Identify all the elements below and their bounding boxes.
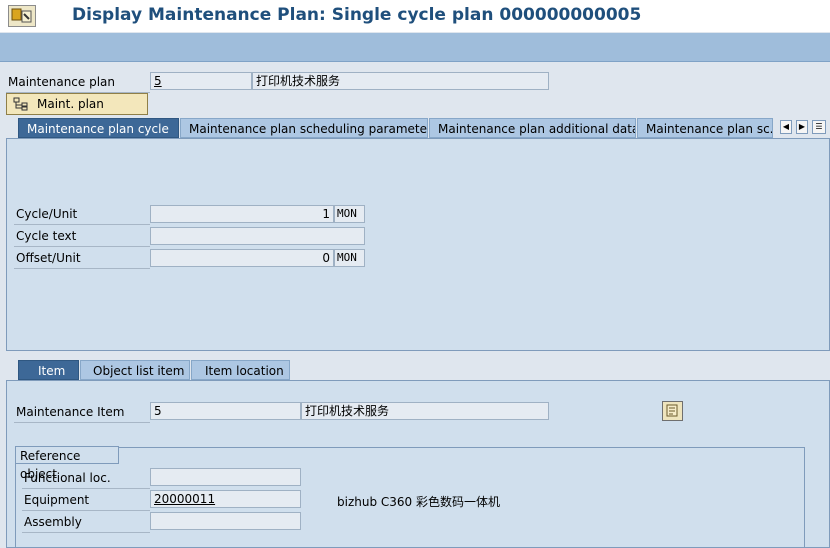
maintenance-item-text-field[interactable]: 打印机技术服务 bbox=[301, 402, 549, 420]
tab-additional-data[interactable]: Maintenance plan additional data bbox=[429, 118, 636, 138]
functional-location-label: Functional loc. bbox=[24, 471, 111, 485]
equipment-description: bizhub C360 彩色数码一体机 bbox=[337, 495, 500, 509]
reference-object-title: Reference object bbox=[15, 446, 119, 481]
maintenance-item-number-field[interactable]: 5 bbox=[150, 402, 301, 420]
label-underline bbox=[22, 510, 150, 511]
label-underline bbox=[14, 268, 150, 269]
cycle-panel bbox=[6, 138, 830, 351]
label-underline bbox=[14, 422, 150, 423]
assembly-label: Assembly bbox=[24, 515, 82, 529]
tab-scheduling-parameters[interactable]: Maintenance plan scheduling parameters bbox=[180, 118, 428, 138]
maintenance-item-label: Maintenance Item bbox=[16, 405, 125, 419]
maintenance-plan-label: Maintenance plan bbox=[8, 75, 116, 89]
tab-maintenance-plan-cycle[interactable]: Maintenance plan cycle bbox=[18, 118, 179, 138]
cycle-text-label: Cycle text bbox=[16, 229, 77, 243]
assembly-field[interactable] bbox=[150, 512, 301, 530]
equipment-label: Equipment bbox=[24, 493, 90, 507]
long-text-icon[interactable] bbox=[662, 401, 683, 421]
tab-object-list-item[interactable]: Object list item bbox=[80, 360, 190, 380]
maint-plan-header-button[interactable]: Maint. plan header bbox=[6, 93, 148, 131]
header-icon bbox=[13, 97, 29, 117]
maintenance-plan-number-field[interactable]: 5 bbox=[150, 72, 252, 90]
functional-location-field[interactable] bbox=[150, 468, 301, 486]
offset-unit-field[interactable]: MON bbox=[334, 249, 365, 267]
label-underline bbox=[22, 488, 150, 489]
offset-value-field[interactable]: 0 bbox=[150, 249, 334, 267]
label-underline bbox=[14, 224, 150, 225]
label-underline bbox=[22, 532, 150, 533]
application-toolbar bbox=[0, 33, 830, 62]
page-title: Display Maintenance Plan: Single cycle p… bbox=[72, 5, 642, 25]
cycle-unit-field[interactable]: MON bbox=[334, 205, 365, 223]
maintenance-plan-text-field[interactable]: 打印机技术服务 bbox=[252, 72, 549, 90]
cycle-text-field[interactable] bbox=[150, 227, 365, 245]
cycle-unit-label: Cycle/Unit bbox=[16, 207, 78, 221]
tab-list-icon[interactable]: ☰ bbox=[812, 120, 826, 134]
tab-item[interactable]: Item bbox=[18, 360, 79, 380]
label-underline bbox=[14, 246, 150, 247]
tab-scroll-left-icon[interactable]: ◀ bbox=[780, 120, 792, 134]
cycle-value-field[interactable]: 1 bbox=[150, 205, 334, 223]
display-change-icon[interactable] bbox=[8, 5, 36, 27]
tab-maintenance-plan-sc[interactable]: Maintenance plan sc... bbox=[637, 118, 773, 138]
tab-item-location[interactable]: Item location bbox=[191, 360, 290, 380]
offset-unit-label: Offset/Unit bbox=[16, 251, 81, 265]
tab-scroll-right-icon[interactable]: ▶ bbox=[796, 120, 808, 134]
equipment-field[interactable]: 20000011 bbox=[150, 490, 301, 508]
